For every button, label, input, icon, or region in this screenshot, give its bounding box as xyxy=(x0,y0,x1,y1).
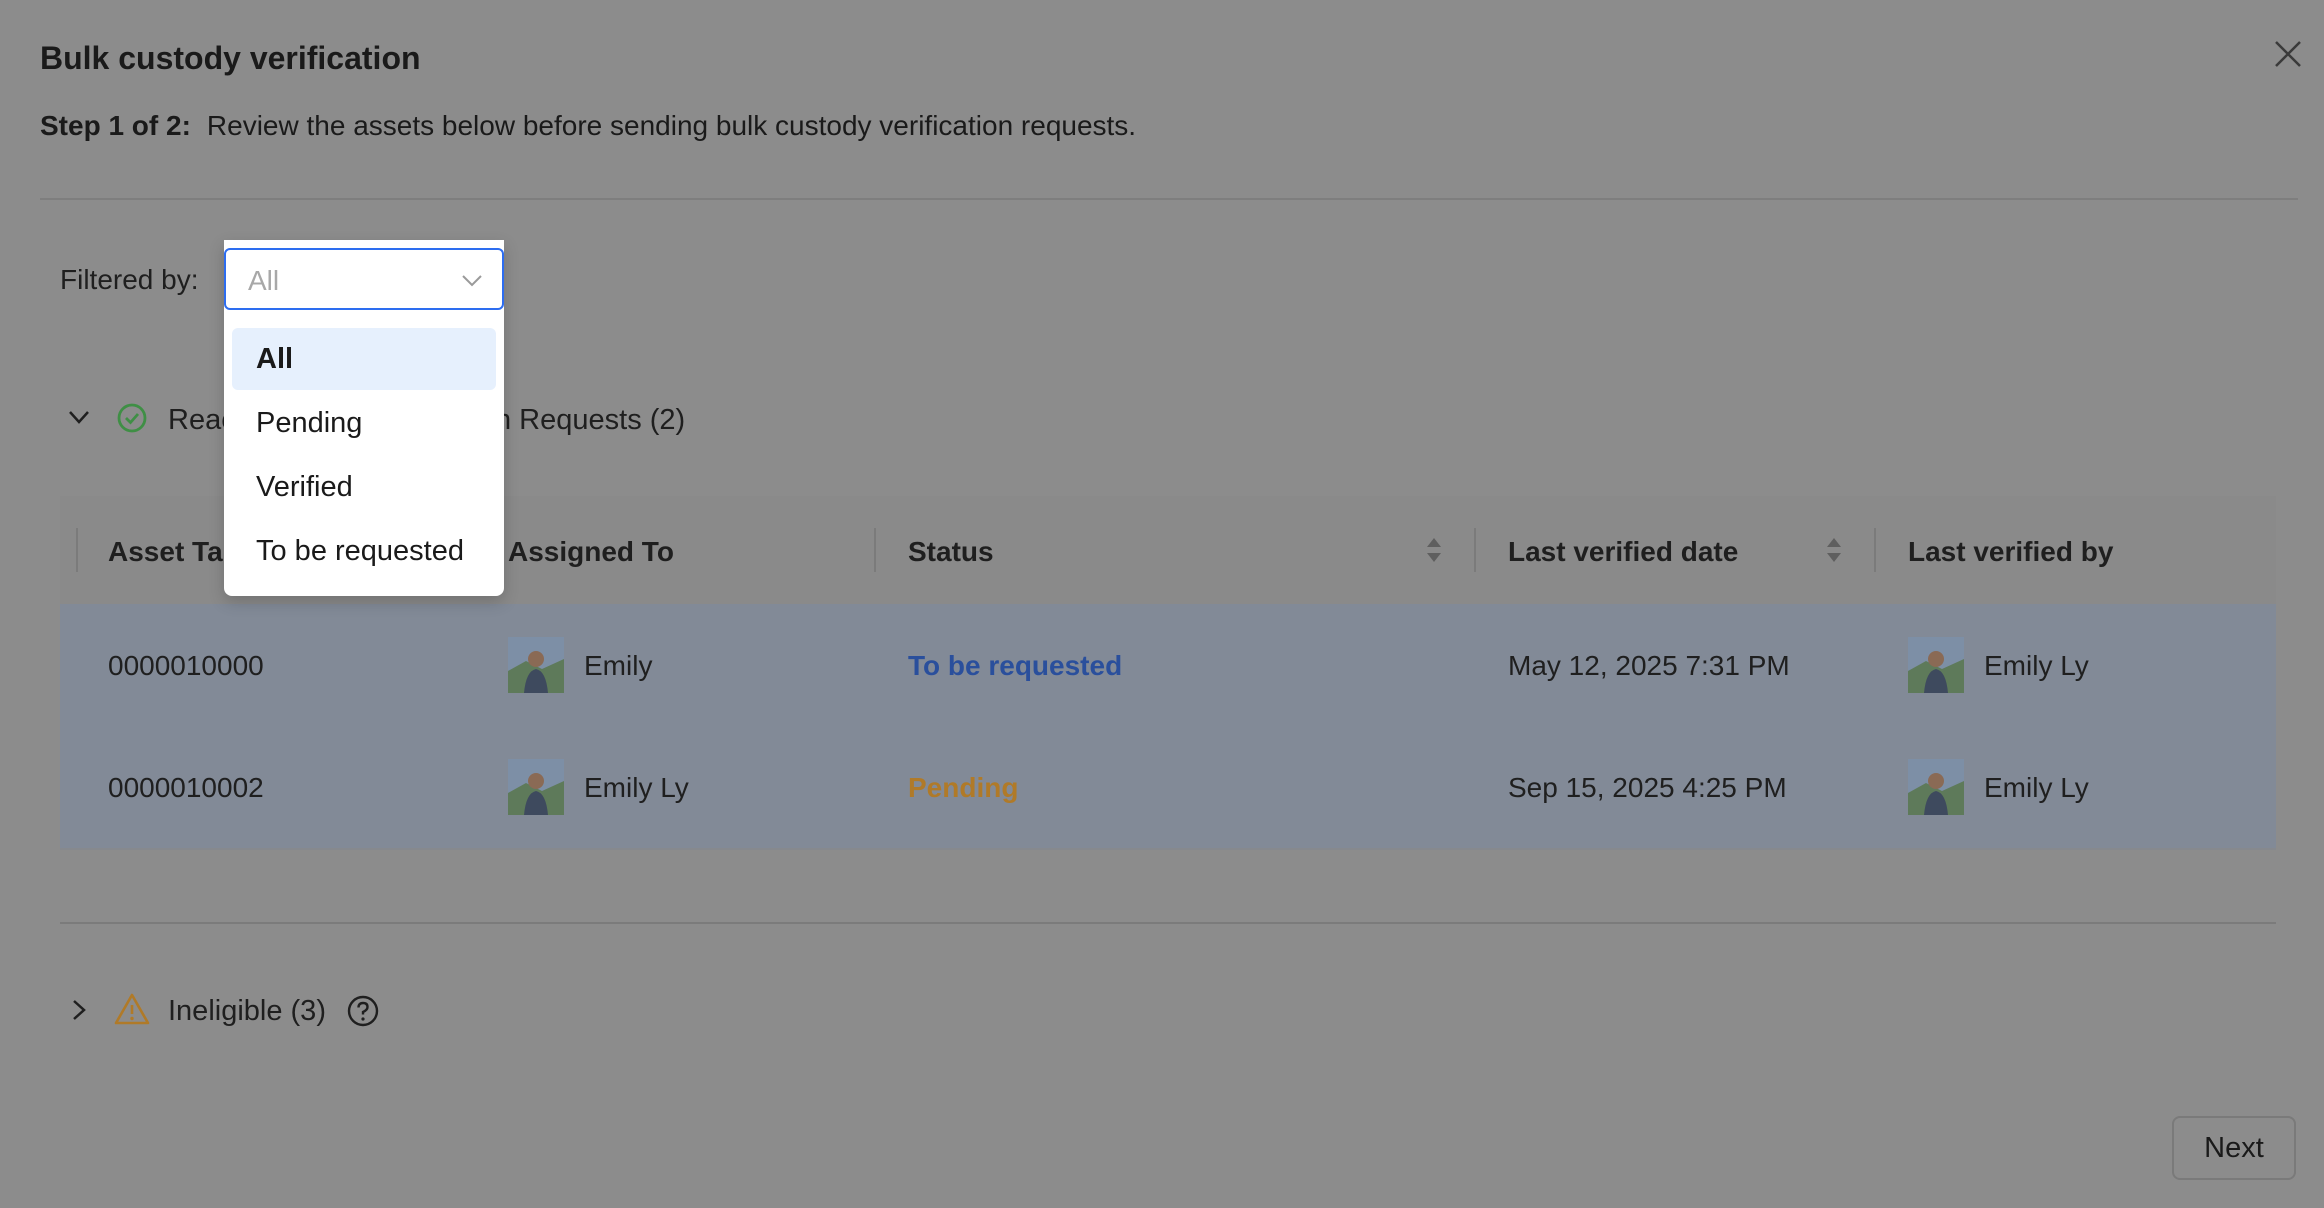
table-row[interactable]: 0000010000 Emily To be requested May 12,… xyxy=(60,604,2276,726)
ready-section-label-tail: n Requests (2) xyxy=(495,404,686,436)
ineligible-section-label[interactable]: Ineligible (3) xyxy=(168,995,326,1028)
filter-option-to-be-requested[interactable]: To be requested xyxy=(232,520,496,582)
filter-option-pending[interactable]: Pending xyxy=(232,392,496,454)
last-verified-by-cell: Emily Ly xyxy=(1984,772,2089,803)
chevron-down-icon[interactable] xyxy=(66,404,92,430)
close-icon[interactable] xyxy=(2272,38,2304,70)
column-header-status[interactable]: Status xyxy=(908,536,994,568)
avatar xyxy=(1908,759,1964,815)
avatar xyxy=(508,637,564,693)
status-badge: To be requested xyxy=(908,650,1123,681)
warning-icon xyxy=(114,992,150,1026)
filter-option-all[interactable]: All xyxy=(232,328,496,390)
filter-selected-value: All xyxy=(248,265,280,296)
assigned-to-cell: Emily Ly xyxy=(584,772,689,803)
status-badge: Pending xyxy=(908,772,1019,803)
step-text: Review the assets below before sending b… xyxy=(206,110,1137,141)
column-divider xyxy=(1474,528,1476,572)
asset-tag-cell: 0000010002 xyxy=(108,772,264,803)
column-divider xyxy=(76,528,78,572)
last-verified-date-cell: Sep 15, 2025 4:25 PM xyxy=(1508,772,1787,803)
column-divider xyxy=(1874,528,1876,572)
chevron-down-icon xyxy=(460,268,484,292)
last-verified-by-cell: Emily Ly xyxy=(1984,650,2089,681)
assigned-to-cell: Emily xyxy=(584,650,653,681)
column-header-last-verified-date[interactable]: Last verified date xyxy=(1508,536,1738,568)
asset-tag-cell: 0000010000 xyxy=(108,650,264,681)
filter-select[interactable]: All xyxy=(224,248,504,310)
filter-dropdown: All All Pending Verified To be requested xyxy=(224,240,504,596)
next-button[interactable]: Next xyxy=(2172,1116,2296,1180)
column-header-assigned-to[interactable]: Assigned To xyxy=(508,536,674,568)
step-prefix: Step 1 of 2: xyxy=(40,110,191,141)
avatar xyxy=(1908,637,1964,693)
divider xyxy=(40,198,2298,200)
column-header-last-verified-by[interactable]: Last verified by xyxy=(1908,536,2113,568)
help-circle-icon[interactable] xyxy=(346,994,380,1028)
column-header-asset-tag[interactable]: Asset Ta xyxy=(108,536,223,568)
check-circle-icon xyxy=(116,402,148,434)
dialog-title: Bulk custody verification xyxy=(40,40,421,76)
sort-icon[interactable] xyxy=(1824,534,1844,566)
filter-option-verified[interactable]: Verified xyxy=(232,456,496,518)
filter-label: Filtered by: xyxy=(60,264,199,295)
avatar xyxy=(508,759,564,815)
column-divider xyxy=(874,528,876,572)
chevron-right-icon[interactable] xyxy=(66,997,92,1023)
table-row[interactable]: 0000010002 Emily Ly Pending Sep 15, 2025… xyxy=(60,726,2276,848)
sort-icon[interactable] xyxy=(1424,534,1444,566)
last-verified-date-cell: May 12, 2025 7:31 PM xyxy=(1508,650,1790,681)
step-description: Step 1 of 2: Review the assets below befo… xyxy=(40,110,1136,142)
divider xyxy=(60,922,2276,924)
